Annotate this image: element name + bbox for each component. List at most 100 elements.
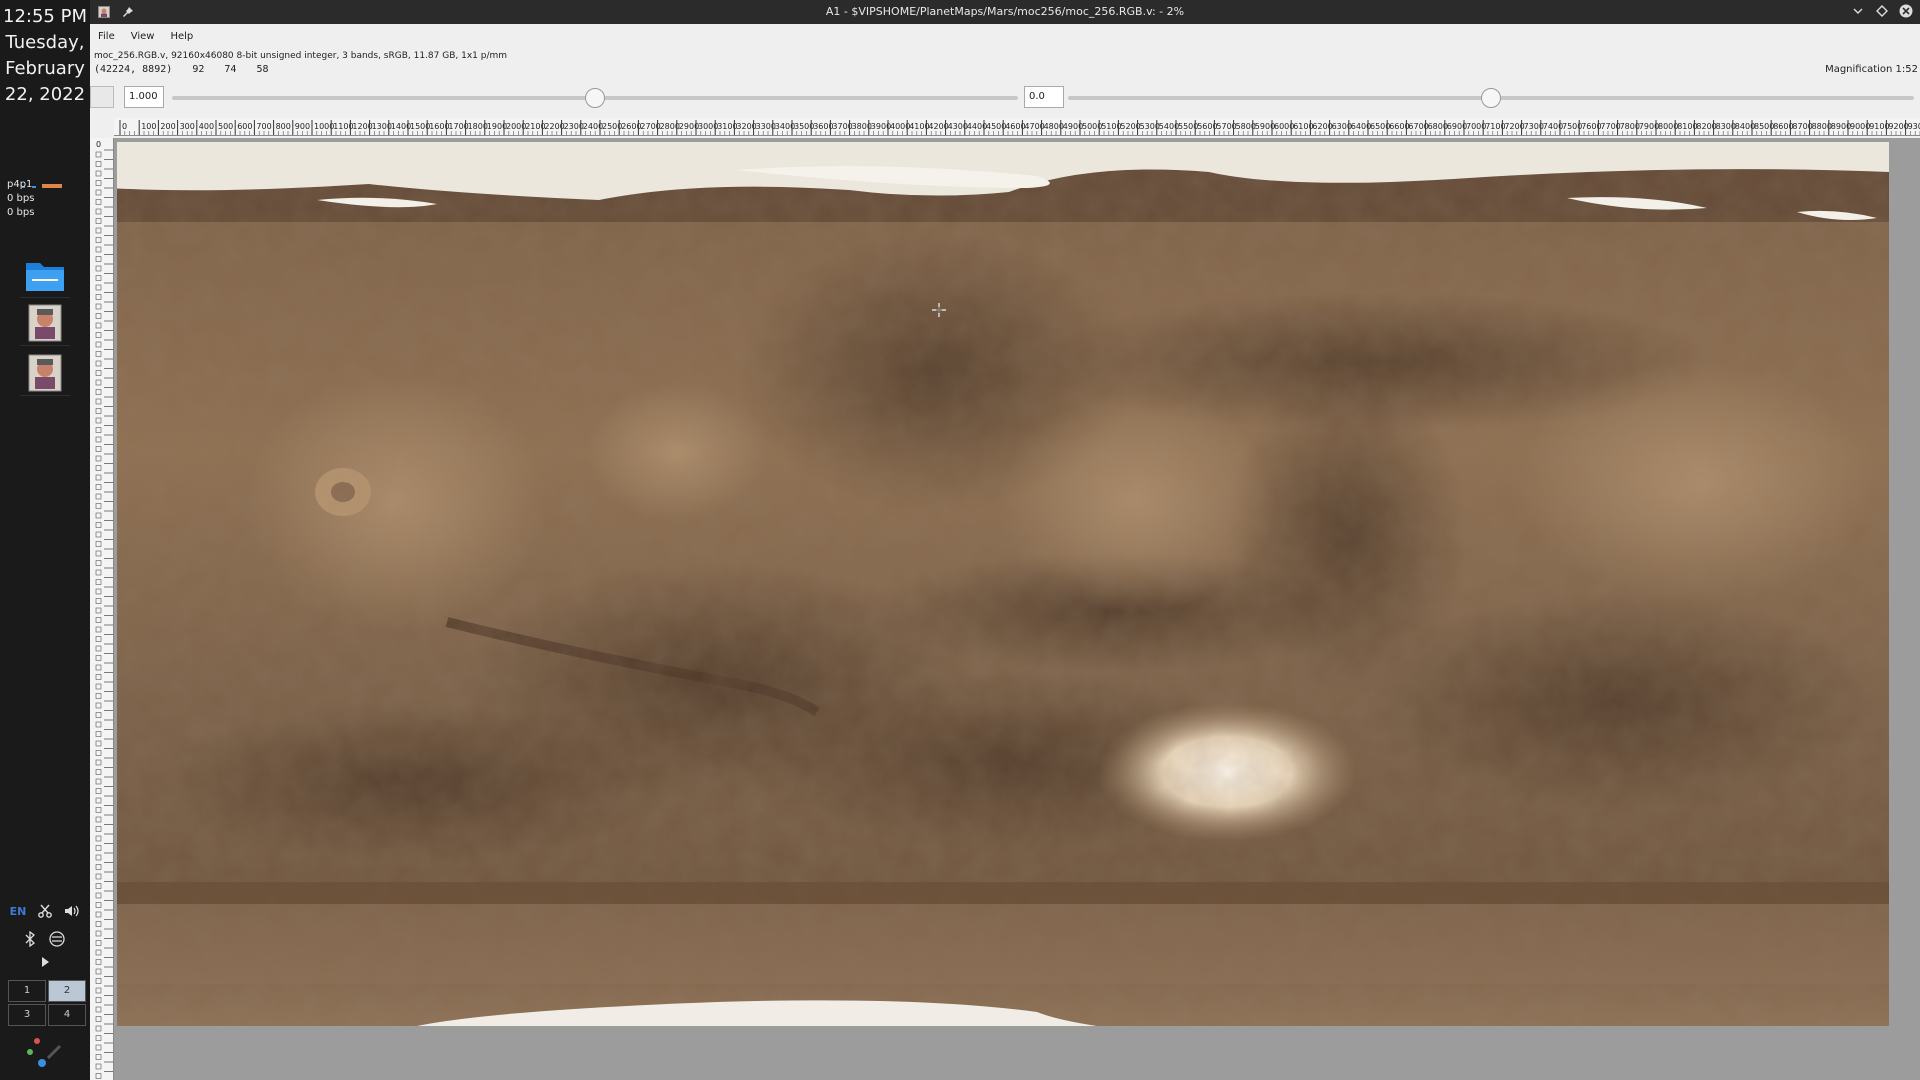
- ruler-digit-mark: [95, 550, 102, 557]
- ruler-digit-mark: [95, 503, 102, 509]
- window-title: A1 - $VIPSHOME/PlanetMaps/Mars/moc256/mo…: [825, 5, 1185, 18]
- ruler-digit-mark: [95, 883, 102, 889]
- crosshair-cursor-icon: [932, 303, 946, 317]
- ruler-digit-mark: [95, 360, 102, 367]
- ruler-digit-mark: [95, 294, 102, 300]
- folder-icon: [26, 262, 64, 291]
- ruler-digit-mark: [95, 408, 102, 414]
- ruler-digit-mark: [95, 427, 102, 433]
- ruler-digit-mark: [95, 759, 102, 766]
- menu-help[interactable]: Help: [162, 28, 201, 48]
- ruler-label: 800: [276, 122, 291, 131]
- vips-app-icon: [28, 304, 62, 341]
- mars-map-image[interactable]: [117, 142, 1889, 1026]
- pixel-coordinates: (42224, 8892): [94, 64, 173, 75]
- network-manager-icon[interactable]: [48, 930, 66, 948]
- workspace-2[interactable]: 2: [48, 980, 86, 1002]
- ruler-digit-mark: [95, 930, 102, 937]
- ruler-digit-mark: [95, 227, 102, 234]
- ruler-digit-mark: [95, 797, 102, 804]
- scale-options-button[interactable]: [90, 86, 114, 108]
- scale-slider-handle[interactable]: [585, 88, 605, 108]
- menu-view[interactable]: View: [123, 28, 163, 48]
- ruler-digit-mark: [95, 835, 102, 842]
- ruler-digit-mark: [95, 180, 102, 186]
- ruler-digit-mark: [95, 313, 102, 319]
- ruler-digit-mark: [95, 769, 102, 775]
- ruler-digit-mark: [95, 199, 102, 205]
- launcher-folder[interactable]: [20, 252, 70, 298]
- ruler-digit-mark: [95, 531, 102, 538]
- ruler-digit-mark: [95, 436, 102, 443]
- network-monitor: p4p1 0 bps 0 bps: [7, 178, 34, 220]
- minimize-button[interactable]: [1850, 3, 1866, 19]
- scissors-icon[interactable]: [38, 904, 53, 918]
- volume-icon[interactable]: [64, 904, 80, 918]
- system-tray-row: [0, 956, 90, 968]
- image-viewport[interactable]: [114, 138, 1920, 1080]
- ruler-digit-mark: [95, 398, 102, 405]
- ruler-digit-mark: [95, 189, 102, 196]
- ruler-digit-mark: [95, 370, 102, 376]
- ruler-digit-mark: [95, 522, 102, 528]
- scale-field[interactable]: 1.000: [124, 86, 164, 108]
- ruler-digit-mark: [95, 636, 102, 642]
- pixel-status: (42224, 8892) 92 74 58: [94, 64, 283, 75]
- ruler-digit-mark: [95, 731, 102, 737]
- ruler-digit-mark: [95, 807, 102, 813]
- ruler-label: 0: [122, 122, 127, 131]
- ruler-digit-mark: [95, 161, 102, 167]
- offset-slider-handle[interactable]: [1481, 88, 1501, 108]
- ruler-digit-mark: [95, 1035, 102, 1041]
- pixel-band-b: 58: [256, 64, 269, 75]
- launcher-vips[interactable]: [20, 300, 70, 346]
- ruler-digit-mark: [95, 474, 102, 481]
- ruler-digit-mark: [95, 949, 102, 956]
- ruler-digit-mark: [95, 246, 102, 253]
- ruler-digit-mark: [95, 579, 102, 585]
- workspace-3[interactable]: 3: [8, 1004, 46, 1026]
- offset-field[interactable]: 0.0: [1024, 86, 1064, 108]
- ruler-label: 400: [199, 122, 214, 131]
- play-arrow-icon[interactable]: [40, 956, 50, 968]
- launcher-vips[interactable]: [20, 350, 70, 396]
- pixel-band-g: 74: [224, 64, 237, 75]
- system-tray-row: EN: [0, 904, 90, 918]
- ruler-digit-mark: [95, 721, 102, 728]
- ruler-digit-mark: [95, 303, 102, 310]
- ruler-digit-mark: [95, 1006, 102, 1013]
- ruler-label: 100: [141, 122, 156, 131]
- vips-image-window: A1 - $VIPSHOME/PlanetMaps/Mars/moc256/mo…: [90, 0, 1920, 1080]
- close-button[interactable]: [1898, 3, 1914, 19]
- image-header-info: moc_256.RGB.v, 92160x46080 8-bit unsigne…: [94, 51, 508, 61]
- ruler-digit-mark: [95, 446, 102, 452]
- ruler-digit-mark: [95, 379, 102, 386]
- vertical-ruler: 0: [90, 138, 114, 1080]
- ruler-digit-mark: [95, 389, 102, 395]
- clock-weekday: Tuesday,: [5, 32, 85, 53]
- ruler-digit-mark: [95, 560, 102, 566]
- ruler-digit-mark: [95, 959, 102, 965]
- ruler-digit-mark: [95, 788, 102, 794]
- ruler-digit-mark: [95, 826, 102, 832]
- ruler-digit-mark: [95, 655, 102, 661]
- keyboard-layout-indicator[interactable]: EN: [10, 905, 27, 918]
- maximize-button[interactable]: [1874, 3, 1890, 19]
- ruler-digit-mark: [95, 645, 102, 652]
- network-rx: 0 bps: [7, 193, 35, 204]
- bluetooth-icon[interactable]: [24, 931, 36, 947]
- network-interface: p4p1: [7, 179, 33, 190]
- menu-file[interactable]: File: [90, 28, 123, 48]
- workspace-4[interactable]: 4: [48, 1004, 86, 1026]
- ruler-digit-mark: [95, 664, 102, 671]
- workspace-1[interactable]: 1: [8, 980, 46, 1002]
- ruler-digit-mark: [95, 702, 102, 709]
- ruler-digit-mark: [95, 816, 102, 823]
- horizontal-ruler: 0 100 200 300 400 500 600 700 800 900 1000 1100 1200…: [114, 118, 1920, 136]
- window-titlebar[interactable]: A1 - $VIPSHOME/PlanetMaps/Mars/moc256/mo…: [90, 0, 1920, 24]
- ruler-digit-mark: [95, 218, 102, 224]
- clock: 12:55 PM Tuesday, February 22, 2022: [0, 4, 90, 108]
- ruler-digit-mark: [95, 1054, 102, 1060]
- ruler-digit-mark: [95, 170, 102, 177]
- menu-orbs-icon[interactable]: [24, 1030, 68, 1070]
